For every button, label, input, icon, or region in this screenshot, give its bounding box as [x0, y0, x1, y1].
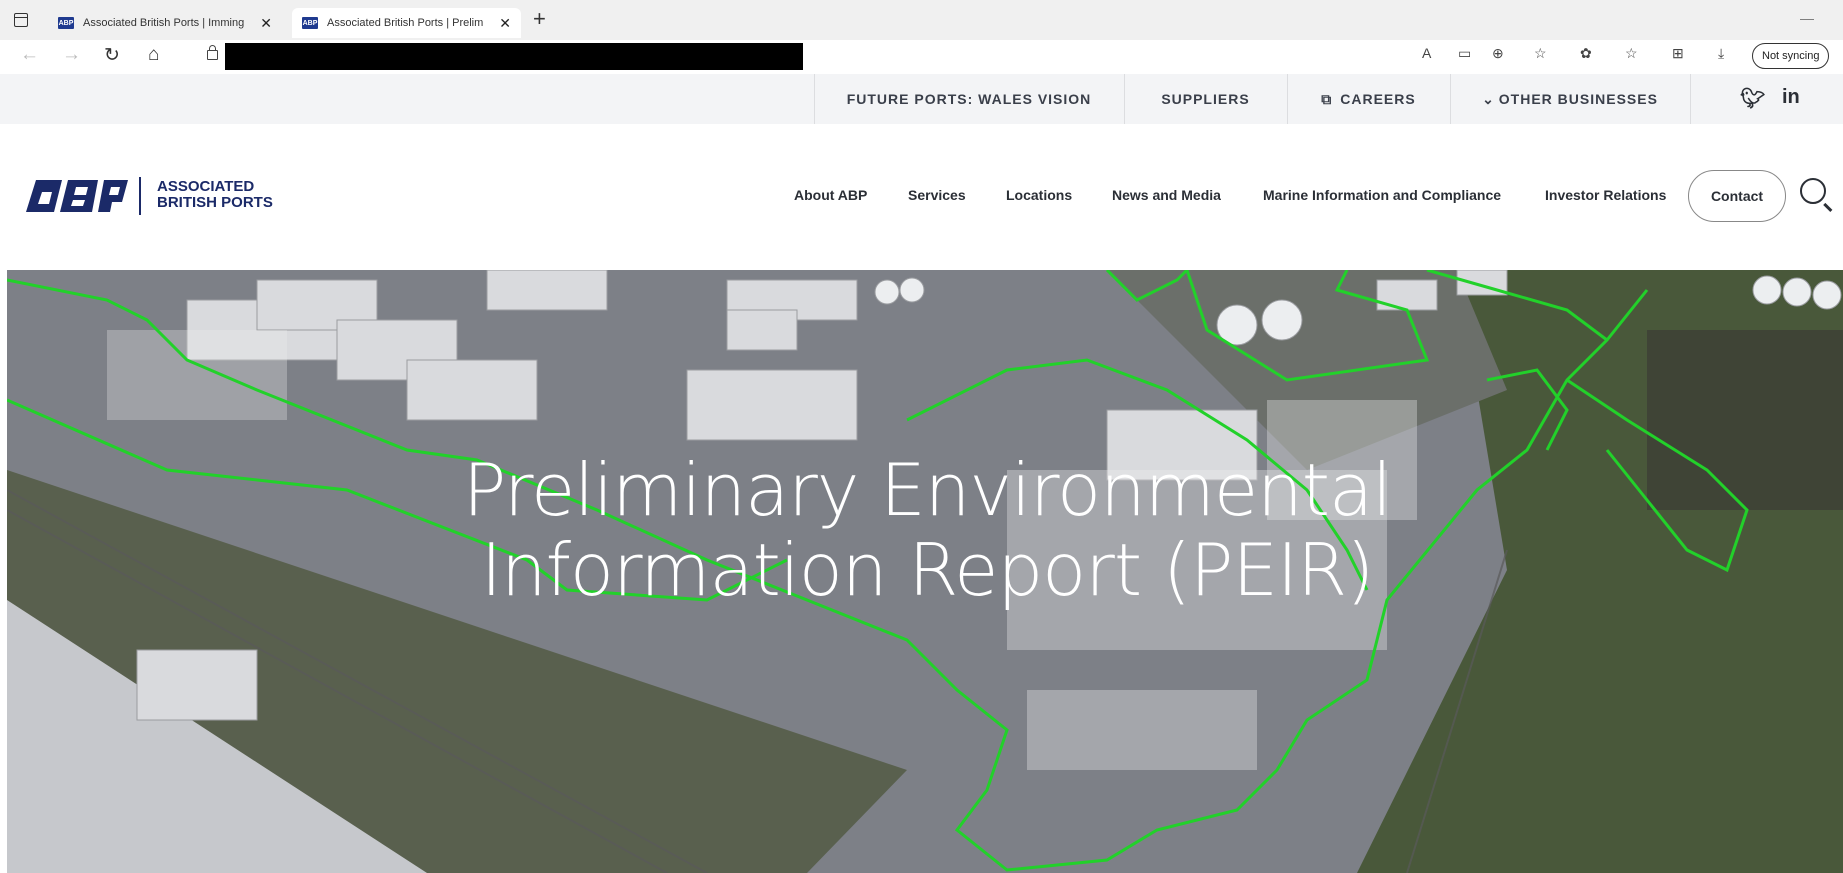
other-businesses-link[interactable]: ⌄ OTHER BUSINESSES: [1450, 74, 1690, 124]
chevron-down-icon: ⌄: [1482, 90, 1495, 107]
minimize-icon[interactable]: —: [1800, 10, 1814, 26]
hero-banner: Preliminary Environmental Information Re…: [7, 270, 1843, 873]
read-aloud-icon[interactable]: A: [1422, 45, 1431, 61]
lock-icon: [207, 45, 218, 60]
tab-title: Associated British Ports | Prelim: [327, 17, 484, 29]
forward-icon[interactable]: →: [62, 44, 81, 66]
sync-label: Not syncing: [1762, 50, 1820, 62]
contact-button[interactable]: Contact: [1688, 170, 1786, 222]
nav-investor[interactable]: Investor Relations: [1545, 187, 1666, 203]
tab-title: Associated British Ports | Imming: [83, 17, 245, 29]
browser-tab-1[interactable]: ABP Associated British Ports | Imming ✕: [58, 8, 272, 38]
hero-title: Preliminary Environmental Information Re…: [427, 450, 1427, 610]
nav-marine[interactable]: Marine Information and Compliance: [1263, 187, 1501, 203]
profile-sync-button[interactable]: Not syncing: [1752, 43, 1830, 69]
new-tab-icon[interactable]: +: [533, 6, 546, 32]
suppliers-link[interactable]: SUPPLIERS: [1124, 74, 1287, 124]
downloads-icon[interactable]: ⤓: [1718, 45, 1724, 62]
logo-line-1: ASSOCIATED: [157, 178, 255, 195]
zoom-icon[interactable]: ⊕: [1492, 45, 1504, 62]
hero-title-line-2: Information Report (PEIR): [480, 528, 1375, 612]
logo-divider: [139, 177, 141, 215]
search-icon[interactable]: [1800, 178, 1826, 204]
external-link-icon: ⧉: [1321, 90, 1333, 107]
nav-services[interactable]: Services: [908, 187, 966, 203]
hero-title-line-1: Preliminary Environmental: [462, 448, 1392, 532]
close-tab-icon[interactable]: ✕: [260, 15, 272, 32]
back-icon[interactable]: ←: [20, 44, 39, 66]
browser-tab-2[interactable]: ABP Associated British Ports | Prelim ✕: [292, 8, 522, 38]
linkedin-icon[interactable]: in: [1782, 86, 1800, 109]
abp-favicon-icon: ABP: [302, 17, 318, 29]
favorites-bar-icon[interactable]: ☆: [1625, 45, 1638, 62]
logo-wordmark[interactable]: ASSOCIATED BRITISH PORTS: [157, 179, 273, 211]
careers-label: CAREERS: [1340, 91, 1416, 107]
nav-news[interactable]: News and Media: [1112, 187, 1221, 203]
divider: [1690, 74, 1691, 124]
nav-locations[interactable]: Locations: [1006, 187, 1072, 203]
abp-logo-icon[interactable]: [22, 176, 130, 216]
extensions-icon[interactable]: ✿: [1580, 45, 1592, 62]
nav-about[interactable]: About ABP: [794, 187, 867, 203]
abp-favicon-icon: ABP: [58, 17, 74, 29]
future-ports-link[interactable]: FUTURE PORTS: WALES VISION: [814, 74, 1124, 124]
immersive-reader-icon[interactable]: ▭: [1458, 45, 1471, 62]
careers-link[interactable]: ⧉ CAREERS: [1287, 74, 1450, 124]
refresh-icon[interactable]: ↻: [104, 44, 120, 67]
browser-tab-bar: ABP Associated British Ports | Imming ✕ …: [0, 0, 1843, 40]
favorite-icon[interactable]: ☆: [1534, 45, 1547, 62]
close-tab-icon[interactable]: ✕: [499, 15, 511, 32]
logo-line-2: BRITISH PORTS: [157, 194, 273, 211]
url-field[interactable]: [225, 43, 803, 70]
home-icon[interactable]: ⌂: [148, 44, 159, 66]
collections-icon[interactable]: ⊞: [1672, 45, 1684, 62]
other-businesses-label: OTHER BUSINESSES: [1498, 91, 1658, 107]
tab-actions-icon[interactable]: [14, 13, 28, 27]
twitter-icon[interactable]: 🐦︎: [1740, 86, 1765, 111]
